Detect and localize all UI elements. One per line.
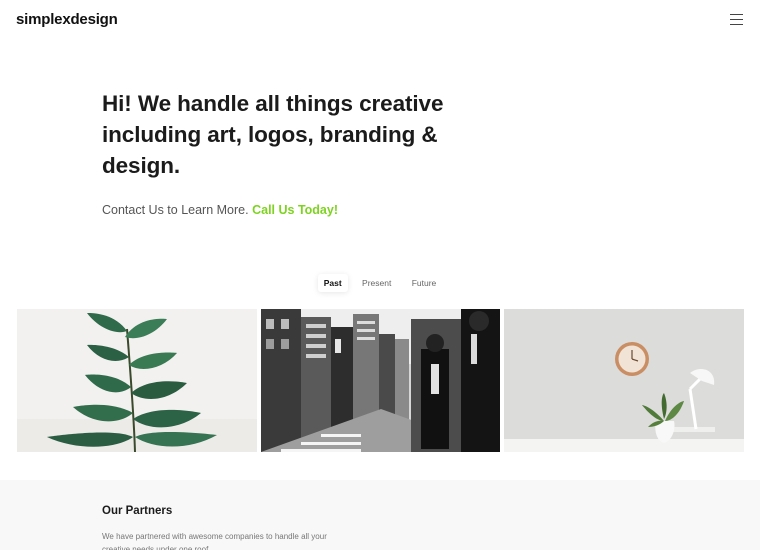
tab-past[interactable]: Past (317, 274, 348, 292)
hamburger-menu-icon[interactable] (730, 14, 744, 26)
site-logo[interactable]: simplexdesign (16, 11, 118, 28)
portfolio-tabs: Past Present Future (0, 274, 760, 294)
partners-section: Our Partners We have partnered with awes… (0, 480, 760, 550)
tab-future[interactable]: Future (406, 274, 443, 292)
partners-title: Our Partners (102, 505, 173, 517)
tab-present[interactable]: Present (356, 274, 397, 292)
site-header: simplexdesign (0, 0, 760, 42)
portfolio-gallery (17, 309, 744, 452)
hero-title: Hi! We handle all things creative includ… (102, 91, 444, 178)
desk-photo[interactable] (504, 309, 744, 452)
hero-subtitle-text: Contact Us to Learn More. (102, 203, 249, 217)
street-photo[interactable] (261, 309, 500, 452)
call-us-link[interactable]: Call Us Today! (252, 203, 338, 217)
hero-section: Hi! We handle all things creative includ… (102, 88, 502, 217)
partners-description: We have partnered with awesome companies… (102, 532, 327, 550)
plant-photo[interactable] (17, 309, 257, 452)
hero-subtitle: Contact Us to Learn More. Call Us Today! (102, 203, 502, 217)
